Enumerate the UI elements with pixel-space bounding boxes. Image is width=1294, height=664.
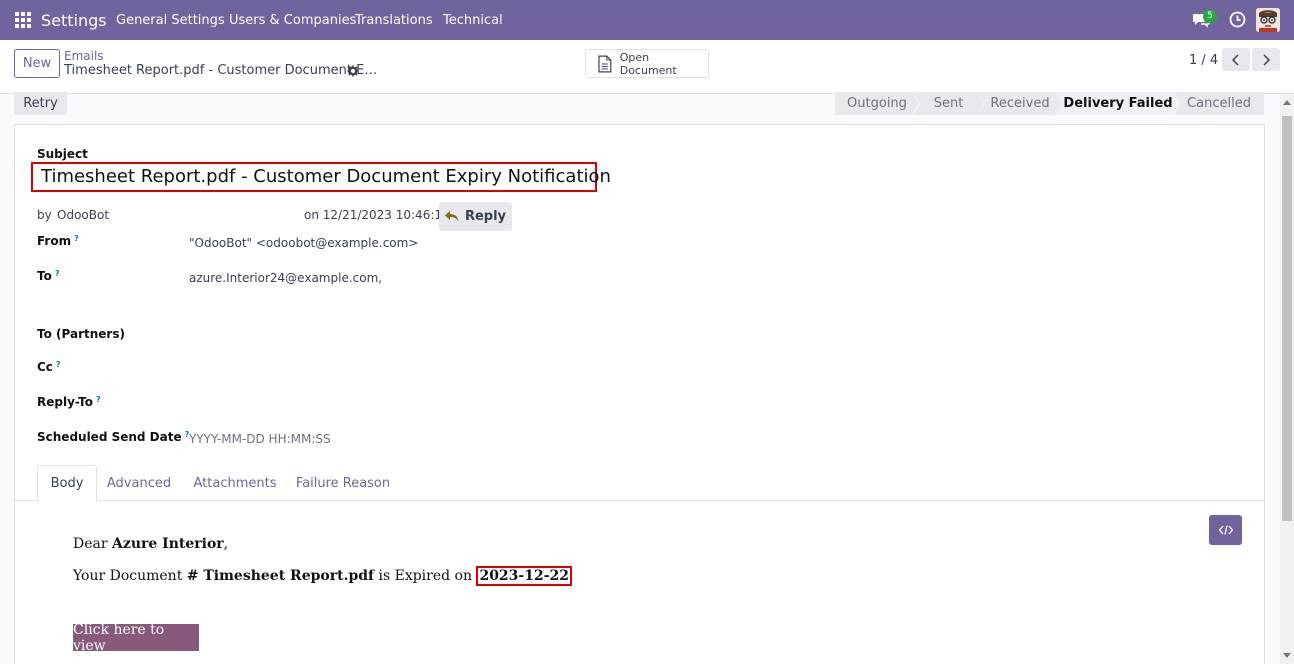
to-field[interactable]: azure.Interior24@example.com, xyxy=(189,271,382,285)
statusbar: Retry Outgoing Sent Received Delivery Fa… xyxy=(0,92,1280,124)
from-label: From? xyxy=(37,234,79,248)
help-icon[interactable]: ? xyxy=(56,360,61,369)
stage-sent[interactable]: Sent xyxy=(913,92,984,115)
subject-label: Subject xyxy=(37,147,88,161)
to-partners-label: To (Partners) xyxy=(37,327,125,341)
stage-delivery-failed[interactable]: Delivery Failed xyxy=(1055,92,1181,115)
tab-advanced[interactable]: Advanced xyxy=(103,465,175,501)
from-field[interactable]: "OdooBot" <odoobot@example.com> xyxy=(189,236,418,250)
reply-label: Reply xyxy=(464,209,507,224)
subject-field[interactable]: Timesheet Report.pdf - Customer Document… xyxy=(31,162,611,192)
clock-icon[interactable] xyxy=(1229,11,1246,28)
help-icon[interactable]: ? xyxy=(96,395,101,404)
document-icon xyxy=(598,55,612,72)
view-document-button[interactable]: Click here to view xyxy=(73,622,199,654)
code-view-button[interactable] xyxy=(1209,515,1242,545)
scheduled-date-label: Scheduled Send Date? xyxy=(37,430,190,444)
customer-name: Azure Interior xyxy=(112,536,224,552)
app-name[interactable]: Settings xyxy=(41,11,107,30)
gear-icon[interactable] xyxy=(347,65,359,77)
to-label: To? xyxy=(37,269,60,283)
menu-translations[interactable]: Translations xyxy=(355,13,433,28)
help-icon[interactable]: ? xyxy=(74,234,79,243)
open-document-button[interactable]: Open Document xyxy=(585,49,709,78)
scroll-down-icon[interactable] xyxy=(1283,653,1291,658)
reply-button[interactable]: Reply xyxy=(439,202,512,231)
open-document-label: Open Document xyxy=(619,50,677,77)
expiry-date: 2023-12-22 xyxy=(476,566,573,586)
stage-outgoing[interactable]: Outgoing xyxy=(835,92,919,115)
code-icon xyxy=(1218,525,1233,535)
scrollbar[interactable] xyxy=(1280,94,1294,664)
notebook-tabs: Body Advanced Attachments Failure Reason xyxy=(15,465,1264,501)
tab-body[interactable]: Body xyxy=(37,465,97,501)
pager-value[interactable]: 1 / 4 xyxy=(1189,53,1218,68)
by-label: by xyxy=(37,208,52,222)
user-avatar[interactable] xyxy=(1256,8,1280,32)
menu-technical[interactable]: Technical xyxy=(443,13,503,28)
pager-next-button[interactable] xyxy=(1252,48,1280,71)
stage-received[interactable]: Received xyxy=(977,92,1063,115)
scheduled-date-input[interactable]: YYYY-MM-DD HH:MM:SS xyxy=(189,432,331,446)
apps-menu-icon[interactable] xyxy=(15,12,31,28)
tab-attachments[interactable]: Attachments xyxy=(190,465,280,501)
help-icon[interactable]: ? xyxy=(55,269,60,278)
scroll-up-icon[interactable] xyxy=(1283,100,1291,105)
author-name: OdooBot xyxy=(57,208,110,222)
chat-count-badge: 5 xyxy=(1203,10,1217,23)
top-navbar: Settings General Settings Users & Compan… xyxy=(0,0,1294,40)
stage-cancelled[interactable]: Cancelled xyxy=(1174,92,1264,115)
chevron-left-icon xyxy=(1232,53,1239,66)
breadcrumb-emails[interactable]: Emails xyxy=(64,49,104,63)
reply-icon xyxy=(444,211,459,222)
expiry-line: Your Document # Timesheet Report.pdf is … xyxy=(73,566,573,586)
greeting-line: Dear Azure Interior, xyxy=(73,536,229,552)
new-button[interactable]: New xyxy=(14,49,60,78)
cc-label: Cc? xyxy=(37,360,61,374)
chevron-right-icon xyxy=(1263,53,1270,66)
sent-date: on 12/21/2023 10:46:19 xyxy=(304,208,450,222)
tab-failure-reason[interactable]: Failure Reason xyxy=(293,465,393,501)
retry-button[interactable]: Retry xyxy=(14,92,67,115)
menu-general-settings[interactable]: General Settings xyxy=(116,13,225,28)
document-name: # Timesheet Report.pdf xyxy=(186,568,375,584)
control-panel: New Emails Timesheet Report.pdf - Custom… xyxy=(0,40,1294,94)
breadcrumb-current: Timesheet Report.pdf - Customer Document… xyxy=(64,63,378,78)
menu-users-companies[interactable]: Users & Companies xyxy=(229,13,356,28)
pager-previous-button[interactable] xyxy=(1222,48,1250,71)
scrollbar-thumb[interactable] xyxy=(1282,116,1292,521)
reply-to-label: Reply-To? xyxy=(37,395,101,409)
